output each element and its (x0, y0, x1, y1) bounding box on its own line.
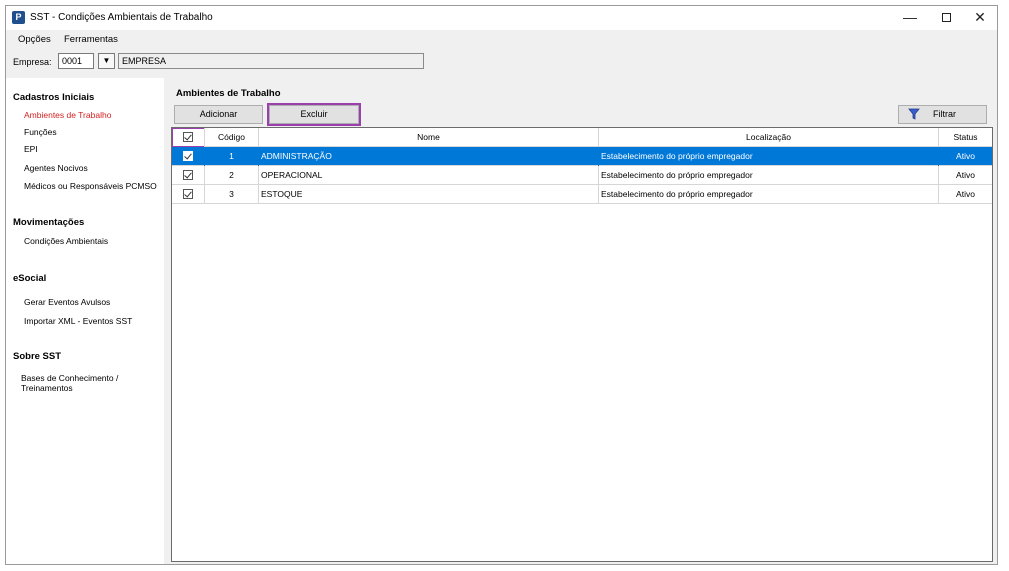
sidebar-item-importar-xml[interactable]: Importar XML - Eventos SST (24, 316, 132, 326)
filter-icon (908, 108, 920, 120)
cell-status: Ativo (956, 189, 975, 199)
app-icon: P (12, 11, 25, 24)
title-bar[interactable]: P SST - Condições Ambientais de Trabalho… (6, 6, 997, 30)
column-header-nome[interactable]: Nome (259, 128, 599, 147)
row-checkbox[interactable] (183, 150, 193, 161)
sidebar-item-agentes-nocivos[interactable]: Agentes Nocivos (24, 163, 88, 173)
window-title: SST - Condições Ambientais de Trabalho (30, 12, 213, 23)
sidebar-item-bases-de-conhecimento[interactable]: Bases de Conhecimento / (21, 373, 118, 383)
sidebar-item-gerar-eventos-avulsos[interactable]: Gerar Eventos Avulsos (24, 297, 110, 307)
close-button[interactable]: ✕ (962, 6, 998, 30)
section-movimentacoes: Movimentações (13, 217, 85, 228)
section-esocial: eSocial (13, 273, 47, 284)
cell-status: Ativo (956, 170, 975, 180)
minimize-button[interactable]: — (892, 6, 928, 30)
sidebar-item-epi[interactable]: EPI (24, 144, 38, 154)
cell-codigo: 1 (205, 147, 259, 166)
sidebar-item-funcoes[interactable]: Funções (24, 127, 57, 137)
maximize-button[interactable] (928, 6, 964, 30)
sidebar-item-treinamentos[interactable]: Treinamentos (21, 383, 73, 393)
data-grid: Código Nome Localização Status 1 ADMINIS… (171, 127, 993, 562)
app-window: P SST - Condições Ambientais de Trabalho… (5, 5, 998, 565)
column-header-status[interactable]: Status (939, 128, 992, 147)
section-cadastros-iniciais: Cadastros Iniciais (13, 92, 95, 103)
header-select-all[interactable] (172, 128, 205, 147)
empresa-dropdown-button[interactable]: ▼ (98, 53, 115, 69)
menu-ferramentas[interactable]: Ferramentas (64, 34, 118, 45)
row-checkbox-cell[interactable] (172, 185, 205, 204)
cell-nome: OPERACIONAL (259, 166, 599, 185)
empresa-code-input[interactable]: 0001 (58, 53, 94, 69)
sidebar: Cadastros Iniciais Ambientes de Trabalho… (6, 78, 164, 564)
filter-label: Filtrar (933, 109, 956, 119)
empresa-label: Empresa: (13, 57, 52, 67)
cell-nome: ADMINISTRAÇÃO (259, 147, 599, 166)
cell-localizacao: Estabelecimento do próprio empregador (599, 166, 939, 185)
column-header-localizacao[interactable]: Localização (599, 128, 939, 147)
cell-codigo: 3 (205, 185, 259, 204)
grid-header: Código Nome Localização Status (172, 128, 992, 147)
cell-localizacao: Estabelecimento do próprio empregador (599, 185, 939, 204)
table-row[interactable]: 3 ESTOQUE Estabelecimento do próprio emp… (172, 185, 992, 204)
sidebar-item-ambientes-de-trabalho[interactable]: Ambientes de Trabalho (24, 110, 111, 120)
row-checkbox-cell[interactable] (172, 166, 205, 185)
menu-bar: Opções Ferramentas (6, 30, 997, 50)
table-row[interactable]: 1 ADMINISTRAÇÃO Estabelecimento do própr… (172, 147, 992, 166)
section-sobre-sst: Sobre SST (13, 351, 62, 362)
row-checkbox[interactable] (183, 169, 193, 180)
maximize-icon (941, 12, 951, 22)
row-checkbox[interactable] (183, 188, 193, 199)
filter-button[interactable]: Filtrar (898, 105, 987, 124)
empresa-name-field: EMPRESA (118, 53, 424, 69)
sidebar-item-medicos-pcmso[interactable]: Médicos ou Responsáveis PCMSO (24, 181, 157, 191)
sidebar-item-condicoes-ambientais[interactable]: Condições Ambientais (24, 236, 108, 246)
cell-status: Ativo (956, 151, 975, 161)
cell-localizacao: Estabelecimento do próprio empregador (599, 147, 939, 166)
cell-codigo: 2 (205, 166, 259, 185)
table-row[interactable]: 2 OPERACIONAL Estabelecimento do próprio… (172, 166, 992, 185)
add-button[interactable]: Adicionar (174, 105, 263, 124)
page-title: Ambientes de Trabalho (176, 88, 281, 99)
cell-nome: ESTOQUE (259, 185, 599, 204)
column-header-codigo[interactable]: Código (205, 128, 259, 147)
row-checkbox-cell[interactable] (172, 147, 205, 166)
menu-opcoes[interactable]: Opções (18, 34, 51, 45)
delete-button[interactable]: Excluir (267, 103, 361, 126)
select-all-checkbox[interactable] (183, 131, 193, 142)
